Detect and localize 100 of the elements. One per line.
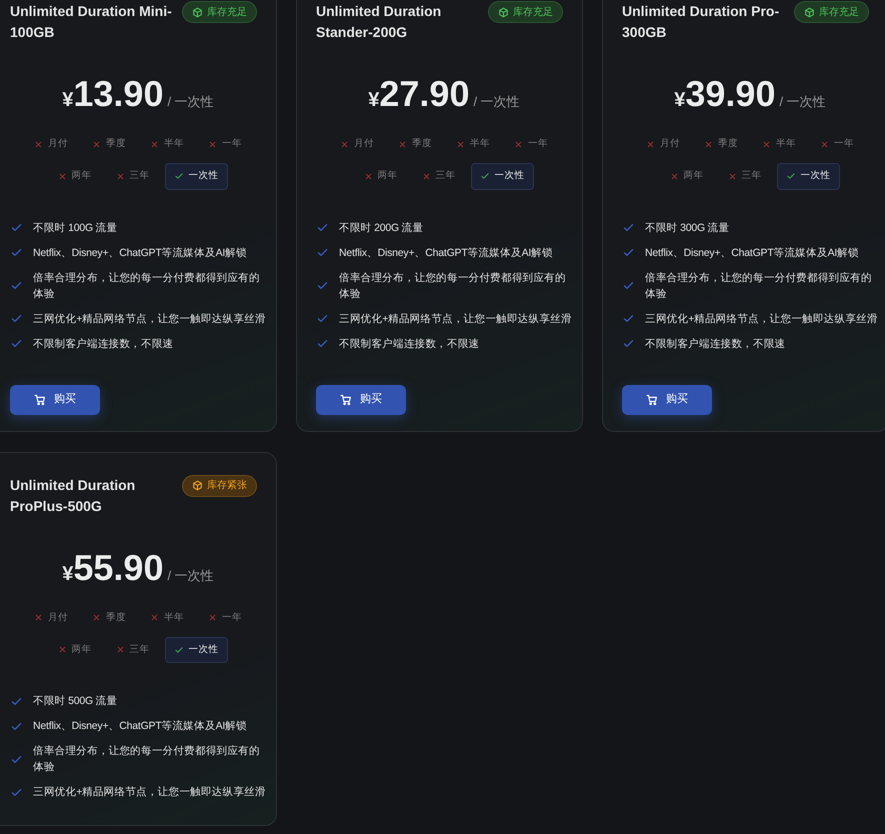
box-icon	[192, 6, 203, 18]
cart-icon	[340, 394, 352, 406]
cross-icon	[340, 140, 349, 149]
feature-text: 不限时 200G 流量	[339, 220, 424, 236]
period-option[interactable]: 两年	[48, 636, 100, 663]
stock-badge: 库存充足	[182, 1, 257, 23]
cross-icon	[150, 613, 159, 622]
period-option[interactable]: 半年	[753, 131, 805, 158]
check-icon	[10, 337, 23, 350]
box-icon	[498, 6, 509, 18]
period-option[interactable]: 月付	[25, 131, 77, 158]
feature-text: 不限时 300G 流量	[645, 220, 730, 236]
cross-icon	[762, 140, 771, 149]
period-option[interactable]: 半年	[141, 131, 193, 158]
buy-button[interactable]: 购买	[622, 384, 712, 414]
cross-icon	[34, 613, 43, 622]
stock-badge: 库存充足	[488, 1, 563, 23]
stock-badge: 库存紧张	[182, 474, 257, 496]
period-option[interactable]: 一年	[811, 131, 863, 158]
box-icon	[192, 480, 203, 491]
period-option[interactable]: 三年	[106, 163, 158, 190]
feature-text: 倍率合理分布，让您的每一分付费都得到应有的体验	[33, 744, 261, 775]
period-option[interactable]: 两年	[48, 163, 100, 190]
cross-icon	[456, 140, 465, 149]
period-option[interactable]: 月付	[331, 131, 383, 158]
check-icon	[622, 246, 635, 259]
feature-text: 不限制客户端连接数，不限速	[645, 336, 786, 352]
period-option[interactable]: 三年	[718, 163, 770, 190]
currency-symbol: ¥	[62, 88, 74, 113]
cross-icon	[116, 645, 124, 654]
check-icon	[316, 279, 329, 292]
cross-icon	[704, 140, 713, 149]
feature-text: 不限时 500G 流量	[33, 694, 118, 709]
check-icon	[786, 171, 796, 182]
price-amount: 39.90	[685, 76, 776, 112]
currency-symbol: ¥	[368, 88, 380, 113]
plan-title: Unlimited Duration Pro-300GB	[622, 2, 780, 42]
period-option[interactable]: 一次性	[164, 163, 228, 190]
period-option[interactable]: 一年	[199, 131, 251, 158]
period-option[interactable]: 季度	[695, 131, 747, 158]
period-option[interactable]: 季度	[83, 604, 135, 631]
feature-text: Netflix、Disney+、ChatGPT等流媒体及AI解锁	[33, 719, 247, 734]
period-option[interactable]: 季度	[389, 131, 441, 158]
buy-button[interactable]: 购买	[10, 384, 100, 414]
cross-icon	[208, 140, 217, 149]
feature-text: 三网优化+精品网络节点，让您一触即达纵享丝滑	[645, 312, 878, 326]
feature-text: Netflix、Disney+、ChatGPT等流媒体及AI解锁	[339, 246, 553, 260]
check-icon	[10, 246, 23, 259]
period-option[interactable]: 一次性	[164, 636, 228, 663]
check-icon	[174, 171, 184, 182]
cross-icon	[364, 172, 372, 181]
currency-symbol: ¥	[674, 88, 686, 113]
check-icon	[10, 312, 23, 325]
check-icon	[10, 221, 23, 234]
period-option[interactable]: 两年	[660, 163, 712, 190]
cross-icon	[728, 172, 736, 181]
feature-text: 倍率合理分布，让您的每一分付费都得到应有的体验	[33, 270, 261, 302]
plan-title: Unlimited Duration Mini-100GB	[10, 2, 173, 42]
feature-text: Netflix、Disney+、ChatGPT等流媒体及AI解锁	[33, 246, 247, 260]
period-option[interactable]: 月付	[25, 604, 77, 631]
cross-icon	[34, 140, 43, 149]
check-icon	[480, 171, 490, 182]
feature-text: 不限制客户端连接数，不限速	[339, 336, 480, 352]
check-icon	[622, 221, 635, 234]
period-option[interactable]: 两年	[354, 163, 406, 190]
stock-badge: 库存充足	[794, 1, 869, 23]
plan-title: Unlimited Duration ProPlus-500G	[10, 476, 136, 516]
check-icon	[316, 337, 329, 350]
period-option[interactable]: 一次性	[776, 163, 840, 190]
price-period: / 一次性	[167, 566, 214, 584]
price-amount: 27.90	[379, 76, 470, 112]
box-icon	[804, 6, 815, 18]
check-icon	[622, 312, 635, 325]
feature-text: 三网优化+精品网络节点，让您一触即达纵享丝滑	[33, 785, 266, 800]
period-option[interactable]: 三年	[106, 636, 158, 663]
period-option[interactable]: 半年	[447, 131, 499, 158]
period-option[interactable]: 月付	[637, 131, 689, 158]
feature-text: 三网优化+精品网络节点，让您一触即达纵享丝滑	[339, 312, 572, 326]
check-icon	[174, 644, 184, 655]
period-option[interactable]: 季度	[83, 131, 135, 158]
cross-icon	[646, 140, 655, 149]
cart-icon	[646, 394, 658, 406]
price-period: / 一次性	[167, 93, 214, 111]
cross-icon	[92, 613, 101, 622]
buy-button[interactable]: 购买	[316, 384, 406, 414]
cross-icon	[208, 613, 217, 622]
feature-text: 倍率合理分布，让您的每一分付费都得到应有的体验	[645, 270, 873, 302]
feature-text: 三网优化+精品网络节点，让您一触即达纵享丝滑	[33, 312, 266, 326]
feature-text: 不限制客户端连接数，不限速	[33, 336, 174, 352]
period-option[interactable]: 一次性	[470, 163, 534, 190]
check-icon	[10, 279, 23, 292]
cross-icon	[820, 140, 829, 149]
period-option[interactable]: 三年	[412, 163, 464, 190]
check-icon	[316, 312, 329, 325]
feature-text: 不限时 100G 流量	[33, 220, 118, 236]
currency-symbol: ¥	[62, 562, 74, 586]
check-icon	[622, 337, 635, 350]
period-option[interactable]: 一年	[505, 131, 557, 158]
period-option[interactable]: 半年	[141, 604, 193, 631]
period-option[interactable]: 一年	[199, 604, 251, 631]
